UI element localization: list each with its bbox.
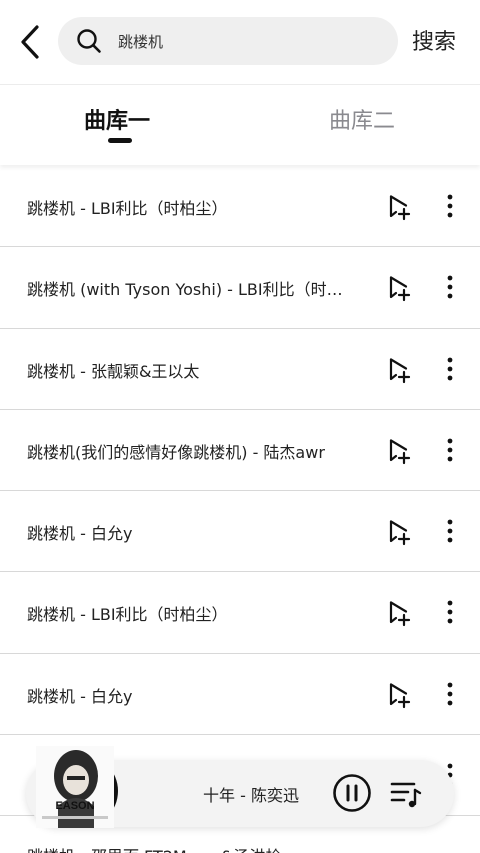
- list-item[interactable]: 跳楼机 - LBI利比（时柏尘）: [0, 572, 480, 654]
- song-title[interactable]: 跳楼机 - 张靓颖&王以太: [27, 358, 357, 382]
- more-options-icon[interactable]: [438, 598, 462, 626]
- more-options-icon[interactable]: [438, 273, 462, 301]
- song-list: 跳楼机 - LBI利比（时柏尘） 跳楼机 (with Tyson Yoshi) …: [0, 166, 480, 817]
- search-icon: [77, 29, 101, 53]
- song-title[interactable]: 跳楼机 - LBI利比（时柏尘）: [27, 195, 357, 219]
- tab-bar: 曲库一 曲库二: [0, 85, 480, 165]
- add-to-playlist-icon[interactable]: [385, 193, 413, 221]
- add-to-playlist-icon[interactable]: [385, 437, 413, 465]
- song-title[interactable]: 跳楼机 - 白允y: [27, 520, 357, 544]
- search-input[interactable]: [118, 17, 388, 65]
- album-cover[interactable]: EASON: [36, 746, 118, 828]
- now-playing-title[interactable]: 十年 - 陈奕迅: [176, 782, 326, 806]
- back-button[interactable]: [12, 22, 48, 62]
- more-options-icon[interactable]: [438, 517, 462, 545]
- add-to-playlist-icon[interactable]: [385, 274, 413, 302]
- add-to-playlist-icon[interactable]: [385, 681, 413, 709]
- list-item[interactable]: 跳楼机 - LBI利比（时柏尘）: [0, 166, 480, 248]
- top-bar: 搜索: [0, 0, 480, 84]
- add-to-playlist-icon[interactable]: [385, 599, 413, 627]
- back-arrow-icon: [21, 25, 39, 59]
- more-options-icon[interactable]: [438, 192, 462, 220]
- pause-button[interactable]: [332, 773, 372, 813]
- more-options-icon[interactable]: [438, 436, 462, 464]
- album-art: EASON: [36, 746, 114, 828]
- active-tab-indicator: [108, 138, 132, 143]
- more-options-icon[interactable]: [438, 680, 462, 708]
- album-text: EASON: [55, 800, 94, 812]
- song-title[interactable]: 跳楼机 - LBI利比（时柏尘）: [27, 601, 357, 625]
- add-to-playlist-icon[interactable]: [385, 356, 413, 384]
- more-options-icon[interactable]: [438, 355, 462, 383]
- song-title[interactable]: 跳楼机(我们的感情好像跳楼机) - 陆杰awr: [27, 439, 357, 463]
- album-art-image: EASON: [36, 746, 114, 828]
- list-item[interactable]: 跳楼机 - 白允y: [0, 491, 480, 573]
- tab-library-two[interactable]: 曲库二: [329, 103, 395, 135]
- list-item[interactable]: 跳楼机 - 白允y: [0, 653, 480, 736]
- search-box[interactable]: [58, 17, 398, 65]
- search-button[interactable]: 搜索: [412, 24, 456, 56]
- list-item[interactable]: 跳楼机 - 张靓颖&王以太: [0, 328, 480, 410]
- list-item[interactable]: 跳楼机 (with Tyson Yoshi) - LBI利比（时柏尘）: [0, 247, 480, 329]
- song-title[interactable]: 跳楼机 - 白允y: [27, 683, 357, 707]
- partial-song-title: 跳楼机 - 邵思而 FT2M ___ &汤洪栓: [27, 843, 281, 853]
- tab-library-one[interactable]: 曲库一: [84, 103, 150, 135]
- list-item[interactable]: 跳楼机(我们的感情好像跳楼机) - 陆杰awr: [0, 409, 480, 492]
- playlist-queue-icon[interactable]: [390, 778, 422, 810]
- add-to-playlist-icon[interactable]: [385, 518, 413, 546]
- song-title[interactable]: 跳楼机 (with Tyson Yoshi) - LBI利比（时柏尘）: [27, 276, 357, 300]
